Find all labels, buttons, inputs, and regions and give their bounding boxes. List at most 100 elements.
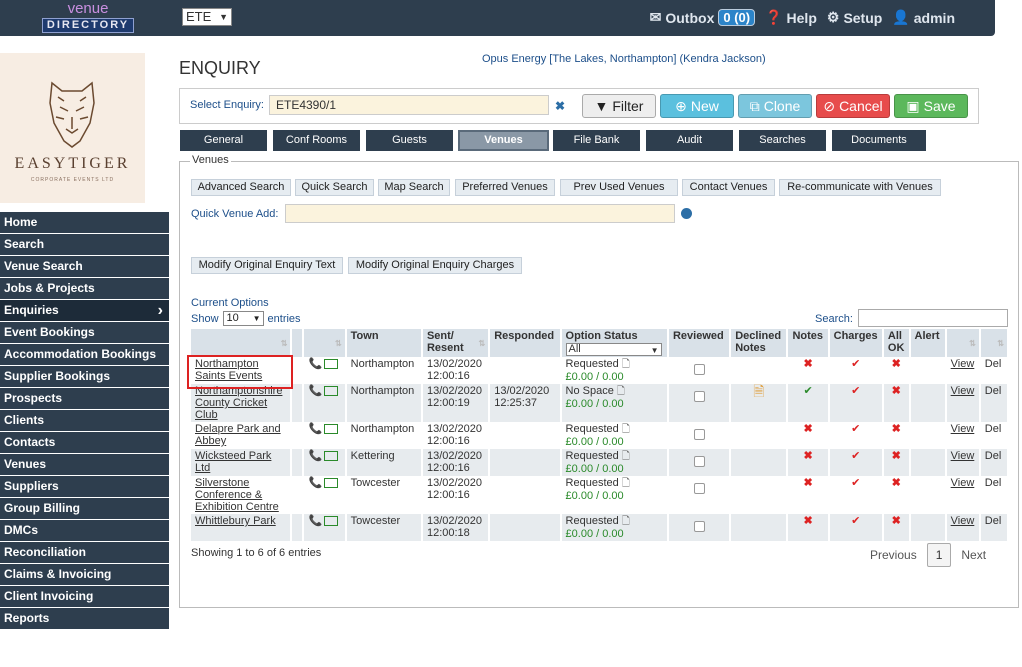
check-icon[interactable]: ✔	[851, 423, 860, 435]
tab-audit[interactable]: Audit	[646, 130, 733, 151]
col-blank[interactable]	[291, 329, 305, 357]
tab-general[interactable]: General	[180, 130, 267, 151]
document-icon[interactable]: 🗋	[622, 478, 630, 489]
check-icon[interactable]: ✔	[851, 450, 860, 462]
page-button-1[interactable]: 1	[926, 543, 952, 567]
sidebar-item-reconciliation[interactable]: Reconciliation	[0, 542, 169, 564]
venue-link[interactable]: Delapre Park and Abbey	[195, 423, 281, 447]
document-icon[interactable]: 🗋	[622, 424, 630, 435]
sidebar-item-home[interactable]: Home	[0, 212, 169, 234]
col-responded[interactable]: Responded	[489, 329, 562, 357]
check-icon[interactable]: ✔	[851, 515, 860, 527]
reviewed-checkbox[interactable]	[693, 391, 705, 402]
view-link[interactable]: View	[951, 450, 975, 462]
del-cell[interactable]: Del	[979, 476, 1010, 514]
del-cell[interactable]: Del	[979, 357, 1010, 384]
col-reviewed[interactable]: Reviewed	[667, 329, 732, 357]
email-icon[interactable]	[324, 359, 339, 370]
sidebar-item-search[interactable]: Search	[0, 234, 169, 256]
advanced-search-button[interactable]: Advanced Search	[191, 179, 291, 196]
reviewed-checkbox[interactable]	[693, 429, 705, 440]
sidebar-item-supplier-bookings[interactable]: Supplier Bookings	[0, 366, 169, 388]
view-link[interactable]: View	[951, 515, 975, 527]
col-contact[interactable]: ⇅	[303, 329, 347, 357]
check-icon[interactable]: ✔	[851, 358, 860, 370]
user-menu[interactable]: 👤 admin	[892, 9, 955, 26]
col-notes[interactable]: Notes	[787, 329, 830, 357]
del-cell[interactable]: Del	[979, 449, 1010, 476]
sidebar-item-venue-search[interactable]: Venue Search	[0, 256, 169, 278]
modify-enquiry-text-button[interactable]: Modify Original Enquiry Text	[191, 257, 343, 274]
email-icon[interactable]	[324, 451, 339, 462]
venue-link[interactable]: Northamptonshire County Cricket Club	[195, 385, 282, 421]
col-venue[interactable]: ⇅	[191, 329, 293, 357]
tab-searches[interactable]: Searches	[739, 130, 826, 151]
clone-button[interactable]: ⧉ Clone	[738, 94, 812, 118]
globe-icon[interactable]	[681, 208, 692, 219]
sidebar-item-prospects[interactable]: Prospects	[0, 388, 169, 410]
sidebar-item-client-invoicing[interactable]: Client Invoicing	[0, 586, 169, 608]
col-declined-notes[interactable]: Declined Notes	[730, 329, 789, 357]
phone-icon[interactable]: 📞	[308, 385, 322, 397]
reviewed-checkbox[interactable]	[693, 364, 705, 375]
x-icon[interactable]: ✖	[803, 515, 812, 527]
view-link[interactable]: View	[951, 423, 975, 435]
del-cell[interactable]: Del	[979, 422, 1010, 449]
tab-file-bank[interactable]: File Bank	[553, 130, 640, 151]
select-enquiry-input[interactable]: ETE4390/1	[269, 95, 549, 115]
venue-link[interactable]: Wicksteed Park Ltd	[195, 450, 271, 474]
sidebar-item-group-billing[interactable]: Group Billing	[0, 498, 169, 520]
x-icon[interactable]: ✖	[803, 423, 812, 435]
col-del[interactable]: ⇅	[979, 329, 1010, 357]
sidebar-item-contacts[interactable]: Contacts	[0, 432, 169, 454]
phone-icon[interactable]: 📞	[308, 477, 322, 489]
tab-venues[interactable]: Venues	[458, 130, 549, 151]
col-view[interactable]: ⇅	[945, 329, 981, 357]
check-icon[interactable]: ✔	[803, 385, 812, 397]
new-button[interactable]: ⊕ New	[660, 94, 734, 118]
app-logo[interactable]: venue DIRECTORY	[42, 1, 134, 33]
sidebar-item-venues[interactable]: Venues	[0, 454, 169, 476]
col-alert[interactable]: Alert	[909, 329, 947, 357]
col-sent[interactable]: Sent/ Resent ⇅	[421, 329, 491, 357]
col-all-ok[interactable]: All OK	[882, 329, 911, 357]
tab-conf-rooms[interactable]: Conf Rooms	[273, 130, 360, 151]
sidebar-item-clients[interactable]: Clients	[0, 410, 169, 432]
prev-used-venues-button[interactable]: Prev Used Venues	[560, 179, 678, 196]
view-link[interactable]: View	[951, 385, 975, 397]
x-icon[interactable]: ✖	[892, 385, 901, 397]
document-icon[interactable]: 🗋	[622, 359, 630, 370]
view-link[interactable]: View	[951, 358, 975, 370]
help-link[interactable]: ❓ Help	[765, 9, 817, 26]
quick-search-button[interactable]: Quick Search	[295, 179, 374, 196]
next-button[interactable]: Next	[961, 548, 986, 562]
status-filter-select[interactable]: All ▼	[565, 343, 662, 356]
phone-icon[interactable]: 📞	[308, 358, 322, 370]
x-icon[interactable]: ✖	[803, 358, 812, 370]
filter-button[interactable]: ▼ Filter	[582, 94, 656, 118]
check-icon[interactable]: ✔	[851, 477, 860, 489]
previous-button[interactable]: Previous	[870, 548, 917, 562]
email-icon[interactable]	[324, 478, 339, 489]
reviewed-checkbox[interactable]	[693, 456, 705, 467]
map-search-button[interactable]: Map Search	[378, 179, 450, 196]
document-icon[interactable]: 🗋	[617, 386, 625, 397]
sidebar-item-jobs-projects[interactable]: Jobs & Projects	[0, 278, 169, 300]
x-icon[interactable]: ✖	[892, 450, 901, 462]
x-icon[interactable]: ✖	[892, 358, 901, 370]
note-icon[interactable]: 🗎	[753, 383, 764, 399]
x-icon[interactable]: ✖	[892, 423, 901, 435]
modify-enquiry-charges-button[interactable]: Modify Original Enquiry Charges	[348, 257, 522, 274]
tab-documents[interactable]: Documents	[832, 130, 926, 151]
x-icon[interactable]: ✖	[892, 477, 901, 489]
search-input[interactable]	[858, 309, 1008, 327]
contact-venues-button[interactable]: Contact Venues	[682, 179, 775, 196]
x-icon[interactable]: ✖	[803, 477, 812, 489]
enquiry-header-info[interactable]: Opus Energy [The Lakes, Northampton] (Ke…	[482, 53, 766, 65]
preferred-venues-button[interactable]: Preferred Venues	[455, 179, 555, 196]
quick-venue-add-input[interactable]	[285, 204, 675, 223]
sidebar-item-suppliers[interactable]: Suppliers	[0, 476, 169, 498]
phone-icon[interactable]: 📞	[308, 450, 322, 462]
reviewed-checkbox[interactable]	[693, 483, 705, 494]
col-option-status[interactable]: Option Status All ▼	[560, 329, 669, 357]
